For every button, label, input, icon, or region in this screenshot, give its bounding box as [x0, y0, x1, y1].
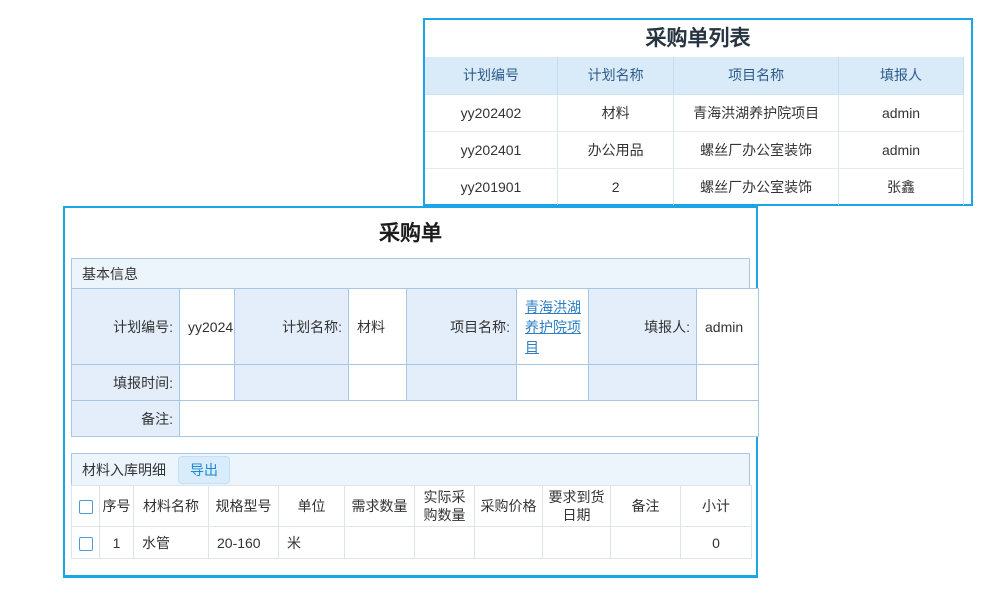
purchase-order-detail-panel: 采购单 基本信息 计划编号: yy2024 计划名称: 材料 项目名称: 青海洪… — [63, 206, 758, 578]
form-row-remark: 备注: — [72, 401, 759, 437]
field-value-project-name: 青海洪湖养护院项目 — [517, 289, 589, 365]
empty-label-cell — [235, 365, 349, 401]
column-header-demand-qty: 需求数量 — [345, 486, 415, 527]
section-gap — [71, 437, 750, 453]
column-header-reporter: 填报人 — [839, 57, 964, 94]
cell-price — [475, 527, 543, 559]
cell-subtotal: 0 — [681, 527, 752, 559]
list-header-row: 计划编号 计划名称 项目名称 填报人 — [425, 57, 964, 94]
column-header-unit: 单位 — [279, 486, 345, 527]
list-panel-title: 采购单列表 — [425, 20, 971, 57]
details-row: 1 水管 20-160 米 0 — [72, 527, 752, 559]
row-select-cell — [72, 527, 100, 559]
project-link[interactable]: 青海洪湖养护院项目 — [525, 299, 581, 355]
cell-reporter: 张鑫 — [839, 168, 964, 205]
form-row-fill-time: 填报时间: — [72, 365, 759, 401]
basic-info-section-bar: 基本信息 — [71, 258, 750, 289]
basic-info-section-title: 基本信息 — [82, 264, 138, 284]
cell-material-name: 水管 — [134, 527, 209, 559]
cell-demand-qty — [345, 527, 415, 559]
table-row[interactable]: yy202402 材料 青海洪湖养护院项目 admin — [425, 94, 964, 131]
cell-project-name: 青海洪湖养护院项目 — [674, 94, 839, 131]
purchase-order-list-panel: 采购单列表 计划编号 计划名称 项目名称 填报人 yy202402 材料 青海洪… — [423, 18, 973, 206]
cell-plan-name: 2 — [557, 168, 673, 205]
column-header-seq: 序号 — [100, 486, 134, 527]
column-header-plan-no: 计划编号 — [425, 57, 557, 94]
cell-seq: 1 — [100, 527, 134, 559]
table-row[interactable]: yy201901 2 螺丝厂办公室装饰 张鑫 — [425, 168, 964, 205]
material-details-section-title: 材料入库明细 — [82, 460, 166, 480]
material-details-section-bar: 材料入库明细 导出 — [71, 453, 750, 486]
column-header-spec-model: 规格型号 — [209, 486, 279, 527]
cell-actual-qty — [415, 527, 475, 559]
cell-remark — [611, 527, 681, 559]
export-button[interactable]: 导出 — [178, 456, 230, 484]
cell-unit: 米 — [279, 527, 345, 559]
cell-project-name: 螺丝厂办公室装饰 — [674, 131, 839, 168]
column-header-remark: 备注 — [611, 486, 681, 527]
table-row[interactable]: yy202401 办公用品 螺丝厂办公室装饰 admin — [425, 131, 964, 168]
field-value-reporter: admin — [697, 289, 759, 365]
field-label-project-name: 项目名称: — [407, 289, 517, 365]
empty-value-cell — [697, 365, 759, 401]
cell-plan-name: 材料 — [557, 94, 673, 131]
column-header-price: 采购价格 — [475, 486, 543, 527]
cell-project-name: 螺丝厂办公室装饰 — [674, 168, 839, 205]
empty-value-cell — [349, 365, 407, 401]
basic-info-form: 计划编号: yy2024 计划名称: 材料 项目名称: 青海洪湖养护院项目 填报… — [71, 288, 759, 437]
cell-plan-no: yy202401 — [425, 131, 557, 168]
detail-panel-title: 采购单 — [71, 208, 750, 258]
field-label-reporter: 填报人: — [589, 289, 697, 365]
cell-plan-name: 办公用品 — [557, 131, 673, 168]
empty-value-cell — [517, 365, 589, 401]
field-value-plan-name: 材料 — [349, 289, 407, 365]
empty-label-cell — [407, 365, 517, 401]
cell-spec-model: 20-160 — [209, 527, 279, 559]
column-header-material-name: 材料名称 — [134, 486, 209, 527]
cell-due-date — [543, 527, 611, 559]
select-all-cell — [72, 486, 100, 527]
material-details-table: 序号 材料名称 规格型号 单位 需求数量 实际采购数量 采购价格 要求到货日期 … — [71, 485, 752, 559]
field-label-plan-name: 计划名称: — [235, 289, 349, 365]
purchase-order-list-table: 计划编号 计划名称 项目名称 填报人 yy202402 材料 青海洪湖养护院项目… — [425, 57, 964, 205]
column-header-project-name: 项目名称 — [674, 57, 839, 94]
cell-reporter: admin — [839, 131, 964, 168]
field-label-remark: 备注: — [72, 401, 180, 437]
cell-plan-no: yy201901 — [425, 168, 557, 205]
field-value-remark — [180, 401, 759, 437]
column-header-plan-name: 计划名称 — [557, 57, 673, 94]
details-header-row: 序号 材料名称 规格型号 单位 需求数量 实际采购数量 采购价格 要求到货日期 … — [72, 486, 752, 527]
cell-reporter: admin — [839, 94, 964, 131]
select-all-checkbox[interactable] — [79, 500, 93, 514]
cell-plan-no: yy202402 — [425, 94, 557, 131]
field-value-plan-no: yy2024 — [180, 289, 235, 365]
field-value-fill-time — [180, 365, 235, 401]
column-header-actual-qty: 实际采购数量 — [415, 486, 475, 527]
field-label-plan-no: 计划编号: — [72, 289, 180, 365]
column-header-due-date: 要求到货日期 — [543, 486, 611, 527]
field-label-fill-time: 填报时间: — [72, 365, 180, 401]
empty-label-cell — [589, 365, 697, 401]
form-row-1: 计划编号: yy2024 计划名称: 材料 项目名称: 青海洪湖养护院项目 填报… — [72, 289, 759, 365]
column-header-subtotal: 小计 — [681, 486, 752, 527]
row-checkbox[interactable] — [79, 537, 93, 551]
